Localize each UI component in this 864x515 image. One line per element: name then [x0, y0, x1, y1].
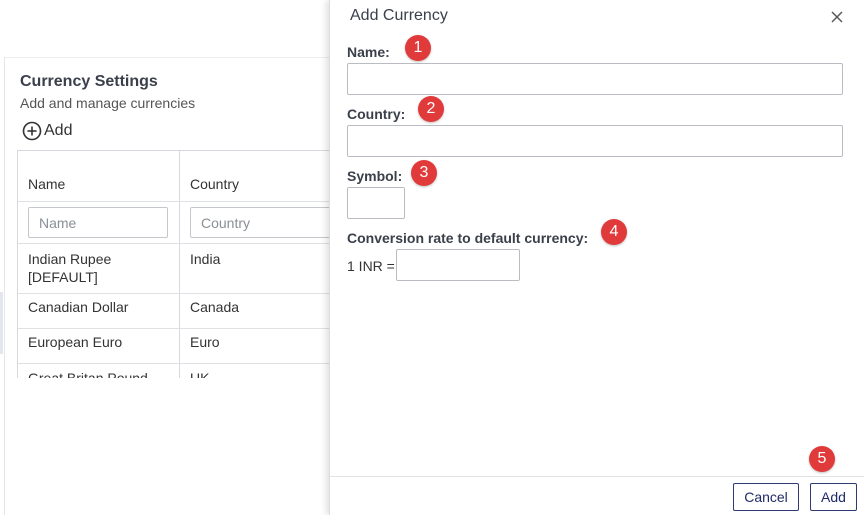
plus-circle-icon [22, 121, 42, 141]
cell-name: European Euro [28, 334, 123, 350]
cell-name: Canadian Dollar [28, 299, 129, 315]
cancel-button[interactable]: Cancel [733, 483, 799, 511]
footer-divider [330, 476, 864, 477]
callout-4: 4 [601, 219, 627, 245]
symbol-field[interactable] [347, 187, 405, 219]
row-divider [18, 363, 330, 364]
add-button[interactable]: Add [810, 483, 857, 511]
filter-divider [18, 243, 330, 244]
cell-country: UK [190, 370, 210, 378]
currency-table: Name Country Indian Rupee [DEFAULT] Indi… [17, 150, 330, 378]
callout-5: 5 [809, 446, 835, 472]
name-label: Name: [347, 44, 390, 60]
close-button[interactable] [829, 9, 845, 25]
cell-country: Euro [190, 334, 220, 350]
add-currency-button[interactable]: Add [22, 121, 72, 141]
screen: Currency Settings Add and manage currenc… [0, 0, 864, 515]
country-label: Country: [347, 106, 406, 122]
header-divider [18, 201, 330, 202]
cell-name-tag: [DEFAULT] [28, 269, 98, 285]
left-edge-indicator [0, 292, 3, 354]
close-icon [831, 11, 843, 23]
country-filter-input[interactable] [190, 207, 330, 238]
cell-country: Canada [190, 299, 240, 315]
add-currency-dialog: Add Currency Name: Country: Symbol: Conv… [329, 0, 864, 515]
column-header-name[interactable]: Name [18, 151, 179, 201]
add-label: Add [44, 122, 73, 139]
country-field[interactable] [347, 125, 843, 157]
callout-1: 1 [405, 35, 431, 61]
column-header-country[interactable]: Country [180, 151, 330, 201]
symbol-label: Symbol: [347, 168, 403, 184]
conversion-rate-label: Conversion rate to default currency: [347, 230, 589, 246]
conversion-rate-field[interactable] [396, 249, 520, 281]
name-filter-input[interactable] [28, 207, 168, 238]
page-title: Currency Settings [20, 73, 158, 90]
row-divider [18, 293, 330, 294]
page-subtitle: Add and manage currencies [20, 95, 196, 111]
callout-2: 2 [418, 96, 444, 122]
cell-name: Great Britan Pound [28, 370, 148, 378]
name-field[interactable] [347, 63, 843, 95]
rate-prefix: 1 INR = [347, 258, 395, 274]
callout-3: 3 [411, 160, 437, 186]
dialog-title: Add Currency [350, 7, 448, 24]
cell-name: Indian Rupee [28, 251, 112, 267]
row-divider [18, 328, 330, 329]
cell-country: India [190, 251, 221, 267]
